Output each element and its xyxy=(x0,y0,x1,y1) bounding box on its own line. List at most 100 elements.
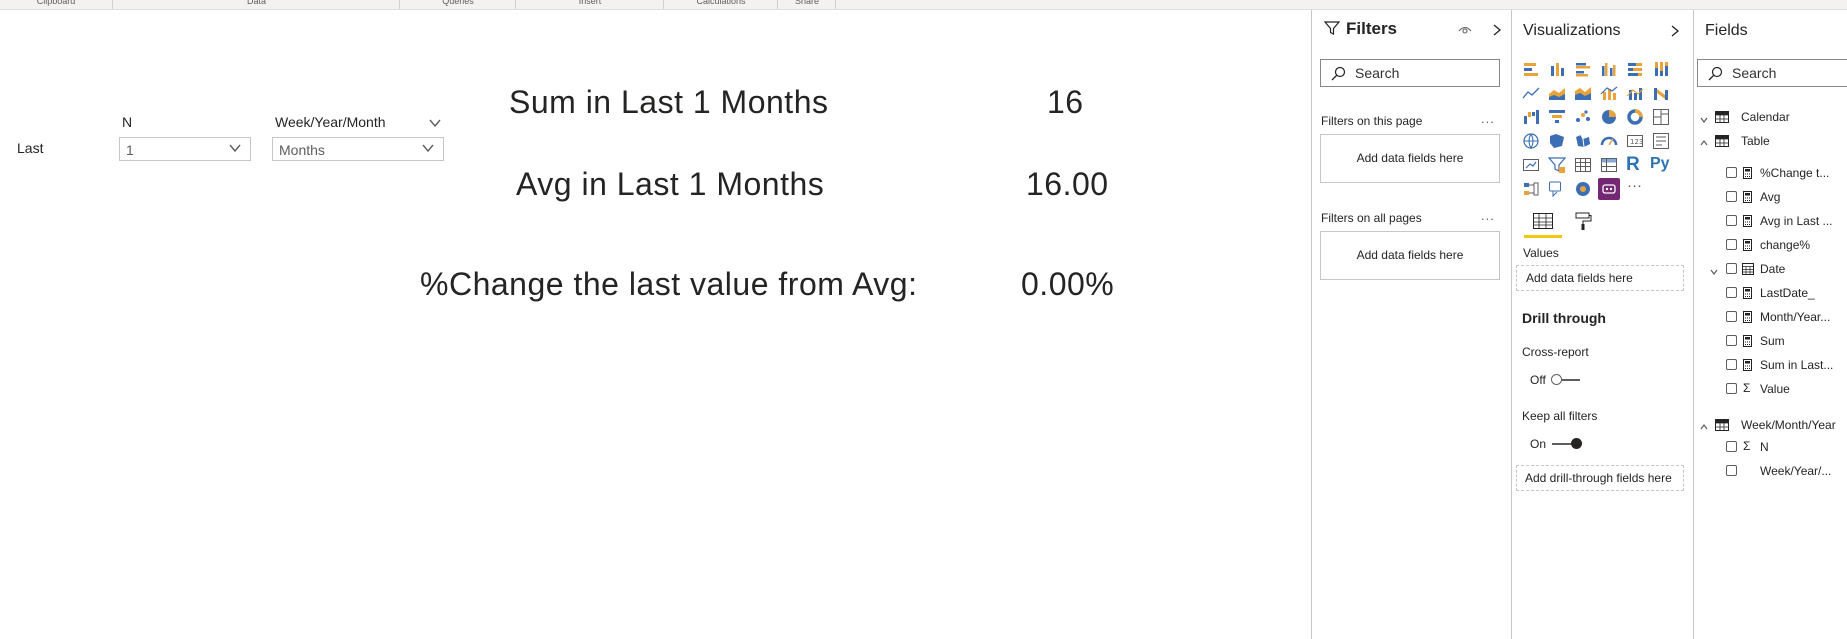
line-stacked-column-icon[interactable] xyxy=(1626,84,1646,104)
drill-through-well[interactable]: Add drill-through fields here xyxy=(1516,465,1684,491)
filters-all-pages-more-icon[interactable]: ... xyxy=(1481,208,1495,223)
slicer-n-value: 1 xyxy=(126,142,134,158)
field-checkbox[interactable] xyxy=(1726,335,1737,346)
slicer-period-header: Week/Year/Month xyxy=(275,114,386,130)
field-checkbox[interactable] xyxy=(1726,215,1737,226)
area-chart-icon[interactable] xyxy=(1548,84,1568,104)
ribbon-group-clipboard[interactable]: Clipboard xyxy=(0,0,113,9)
qna-icon[interactable] xyxy=(1574,180,1594,200)
filters-all-pages-well[interactable]: Add data fields here xyxy=(1320,231,1500,280)
field-item[interactable]: Month/Year... xyxy=(1760,310,1830,324)
filters-search-input[interactable]: Search xyxy=(1320,59,1500,87)
100-stacked-column-chart-icon[interactable] xyxy=(1652,60,1672,80)
stacked-bar-chart-icon[interactable] xyxy=(1522,60,1542,80)
field-checkbox[interactable] xyxy=(1726,311,1737,322)
ribbon-group-insert[interactable]: Insert xyxy=(517,0,664,9)
clustered-bar-chart-icon[interactable] xyxy=(1574,60,1594,80)
r-script-visual-icon[interactable]: R xyxy=(1626,154,1646,175)
chevron-up-icon[interactable] xyxy=(1699,135,1709,153)
waterfall-chart-icon[interactable] xyxy=(1522,108,1542,128)
calculator-icon xyxy=(1743,166,1752,184)
stacked-area-chart-icon[interactable] xyxy=(1574,84,1594,104)
values-well[interactable]: Add data fields here xyxy=(1516,265,1684,291)
line-chart-icon[interactable] xyxy=(1522,84,1542,104)
multi-row-card-icon[interactable] xyxy=(1652,132,1672,152)
format-paint-roller-icon[interactable] xyxy=(1574,211,1592,236)
field-checkbox[interactable] xyxy=(1726,263,1737,274)
ribbon-group-calculations[interactable]: Calculations xyxy=(665,0,778,9)
field-item[interactable]: Sum xyxy=(1760,334,1785,348)
ribbon-group-data[interactable]: Data xyxy=(114,0,400,9)
shape-map-icon[interactable] xyxy=(1574,132,1594,152)
field-item[interactable]: Sum in Last... xyxy=(1760,358,1833,372)
eye-icon[interactable] xyxy=(1458,23,1472,41)
field-checkbox[interactable] xyxy=(1726,167,1737,178)
fields-search-input[interactable]: Search xyxy=(1697,59,1847,87)
collapse-visualizations-icon[interactable] xyxy=(1670,24,1680,42)
filters-on-page-more-icon[interactable]: ... xyxy=(1481,111,1495,126)
calculator-icon xyxy=(1743,190,1752,208)
key-influencers-icon[interactable] xyxy=(1522,180,1542,200)
field-checkbox[interactable] xyxy=(1726,287,1737,298)
field-checkbox[interactable] xyxy=(1726,359,1737,370)
field-table-calendar[interactable]: Calendar xyxy=(1741,110,1790,124)
fields-well-tab-icon[interactable] xyxy=(1532,211,1554,236)
matrix-icon[interactable] xyxy=(1600,156,1620,176)
field-checkbox[interactable] xyxy=(1726,465,1737,476)
table-icon xyxy=(1715,134,1729,152)
filters-on-page-well[interactable]: Add data fields here xyxy=(1320,134,1500,183)
chevron-down-icon[interactable] xyxy=(1709,264,1719,282)
field-item[interactable]: LastDate_ xyxy=(1760,286,1815,300)
card-sum-value: 16 xyxy=(1047,84,1084,120)
chevron-right-icon[interactable] xyxy=(1699,112,1709,130)
slicer-icon[interactable] xyxy=(1547,156,1568,176)
field-item[interactable]: N xyxy=(1760,440,1769,454)
field-item[interactable]: Date xyxy=(1760,262,1785,276)
keep-filters-toggle[interactable] xyxy=(1571,438,1582,449)
ribbon-group-share[interactable]: Share xyxy=(779,0,836,9)
pie-chart-icon[interactable] xyxy=(1600,108,1620,128)
field-item[interactable]: Week/Year/... xyxy=(1760,464,1831,478)
slicer-period-dropdown[interactable]: Months xyxy=(272,137,444,161)
field-checkbox[interactable] xyxy=(1726,239,1737,250)
field-table-week-month-year[interactable]: Week/Month/Year xyxy=(1741,418,1836,432)
chevron-up-icon[interactable] xyxy=(1699,419,1709,437)
fields-pane: Fields Search Calendar Table %Change t..… xyxy=(1694,10,1847,639)
custom-visual-selected-icon[interactable] xyxy=(1598,178,1620,200)
scatter-chart-icon[interactable] xyxy=(1574,108,1594,128)
funnel-chart-icon[interactable] xyxy=(1548,108,1568,128)
field-checkbox[interactable] xyxy=(1726,441,1737,452)
kpi-icon[interactable] xyxy=(1522,156,1542,176)
field-item[interactable]: Avg xyxy=(1760,190,1780,204)
field-table-table[interactable]: Table xyxy=(1741,134,1770,148)
field-checkbox[interactable] xyxy=(1726,191,1737,202)
ribbon-group-queries[interactable]: Queries xyxy=(401,0,516,9)
collapse-filters-icon[interactable] xyxy=(1492,23,1502,41)
python-visual-icon[interactable]: Py xyxy=(1650,155,1670,175)
field-item[interactable]: Avg in Last ... xyxy=(1760,214,1833,228)
chevron-down-icon[interactable] xyxy=(428,116,442,135)
ribbon-chart-icon[interactable] xyxy=(1652,84,1672,104)
slicer-n-dropdown[interactable]: 1 xyxy=(119,137,251,161)
gauge-icon[interactable] xyxy=(1600,132,1620,152)
card-icon[interactable]: 123 xyxy=(1626,132,1646,152)
cross-report-toggle[interactable] xyxy=(1551,374,1562,385)
cross-report-state: Off xyxy=(1530,373,1546,387)
table-visual-icon[interactable] xyxy=(1574,156,1594,176)
donut-chart-icon[interactable] xyxy=(1626,108,1646,128)
line-clustered-column-icon[interactable] xyxy=(1600,84,1620,104)
decomposition-tree-icon[interactable] xyxy=(1548,180,1568,200)
100-stacked-bar-chart-icon[interactable] xyxy=(1626,60,1646,80)
field-item[interactable]: Value xyxy=(1760,382,1790,396)
clustered-column-chart-icon[interactable] xyxy=(1600,60,1620,80)
field-item[interactable]: change% xyxy=(1760,238,1810,252)
filled-map-icon[interactable] xyxy=(1548,132,1568,152)
svg-text:123: 123 xyxy=(1630,138,1643,146)
map-icon[interactable] xyxy=(1522,132,1542,152)
more-visuals-icon[interactable]: ··· xyxy=(1627,177,1647,197)
filter-icon xyxy=(1324,20,1340,36)
stacked-column-chart-icon[interactable] xyxy=(1548,60,1568,80)
field-checkbox[interactable] xyxy=(1726,383,1737,394)
field-item[interactable]: %Change t... xyxy=(1760,166,1829,180)
treemap-icon[interactable] xyxy=(1652,108,1672,128)
